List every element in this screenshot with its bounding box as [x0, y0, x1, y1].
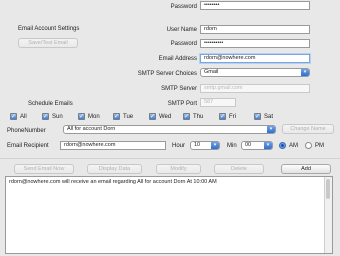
modify-button[interactable]: Modify [156, 164, 201, 174]
day-checkbox-sun[interactable]: ✓ [42, 113, 49, 120]
smtp-choices-select[interactable]: Gmail ▾ [200, 68, 310, 77]
day-checkbox-sat[interactable]: ✓ [254, 113, 261, 120]
display-data-button[interactable]: Display Data [87, 164, 142, 174]
day-label-thu: Thu [193, 114, 204, 120]
email-recipient-label: Email Recipient [7, 143, 49, 149]
phone-number-label: PhoneNumber [7, 128, 46, 134]
smtp-port-label: SMTP Port [167, 101, 197, 107]
email-address-label: Email Address [158, 56, 197, 62]
hour-value: 10 [194, 142, 201, 148]
top-password-field[interactable]: •••••••• [200, 1, 310, 10]
day-label-all: All [20, 114, 27, 120]
change-name-button[interactable]: Change Name [282, 124, 334, 134]
schedule-log-area[interactable]: rdorn@nowhere.com will receive an email … [5, 176, 333, 254]
day-label-mon: Mon [88, 114, 100, 120]
day-checkbox-wed[interactable]: ✓ [149, 113, 156, 120]
password-label: Password [170, 41, 197, 47]
pm-label: PM [315, 143, 324, 149]
scrollbar-thumb[interactable] [326, 179, 330, 199]
smtp-server-label: SMTP Server [161, 86, 197, 92]
smtp-choice-value: Gmail [204, 69, 219, 75]
day-checkbox-thu[interactable]: ✓ [183, 113, 190, 120]
delete-button[interactable]: Delete [214, 164, 264, 174]
day-label-tue: Tue [123, 114, 134, 120]
day-label-wed: Wed [159, 114, 172, 120]
hour-label: Hour [172, 143, 186, 149]
day-label-sun: Sun [52, 114, 63, 120]
smtp-port-field[interactable]: 587 [200, 98, 236, 107]
am-radio[interactable] [279, 142, 286, 149]
separator [0, 158, 340, 159]
email-address-field[interactable]: rdorn@nowhere.com [200, 54, 310, 63]
chevron-down-icon: ▾ [267, 126, 275, 133]
top-password-label: Password [170, 4, 197, 10]
email-settings-label: Email Account Settings [18, 26, 80, 32]
day-checkbox-all[interactable]: ✓ [10, 113, 17, 120]
schedule-emails-label: Schedule Emails [28, 101, 73, 107]
chevron-down-icon: ▾ [264, 142, 272, 149]
vertical-scrollbar[interactable] [324, 177, 332, 253]
minute-select[interactable]: 00 ▾ [241, 141, 273, 150]
log-line: rdorn@nowhere.com will receive an email … [9, 179, 217, 185]
user-name-field[interactable]: rdorn [200, 25, 310, 34]
save-test-email-button[interactable]: Save/Test Email [18, 38, 78, 48]
am-label: AM [289, 143, 298, 149]
day-checkbox-mon[interactable]: ✓ [78, 113, 85, 120]
phone-number-value: All for account Dorn [67, 126, 116, 132]
min-label: Min [227, 143, 237, 149]
smtp-choices-label: SMTP Server Choices [137, 71, 197, 77]
chevron-down-icon: ▾ [211, 142, 219, 149]
day-checkbox-fri[interactable]: ✓ [219, 113, 226, 120]
day-label-fri: Fri [229, 114, 236, 120]
pm-radio[interactable] [305, 142, 312, 149]
send-email-now-button[interactable]: Send Email Now [14, 164, 74, 174]
add-button[interactable]: Add [281, 164, 331, 174]
hour-select[interactable]: 10 ▾ [190, 141, 220, 150]
password-field[interactable]: •••••••••• [200, 39, 310, 48]
day-label-sat: Sat [264, 114, 274, 120]
user-name-label: User Name [166, 27, 197, 33]
phone-number-select[interactable]: All for account Dorn ▾ [63, 125, 276, 134]
email-recipient-field[interactable]: rdorn@nowhere.com [60, 141, 166, 150]
minute-value: 00 [245, 142, 252, 148]
smtp-server-field[interactable]: smtp.gmail.com [200, 84, 310, 93]
day-checkbox-tue[interactable]: ✓ [113, 113, 120, 120]
chevron-down-icon: ▾ [301, 69, 309, 76]
